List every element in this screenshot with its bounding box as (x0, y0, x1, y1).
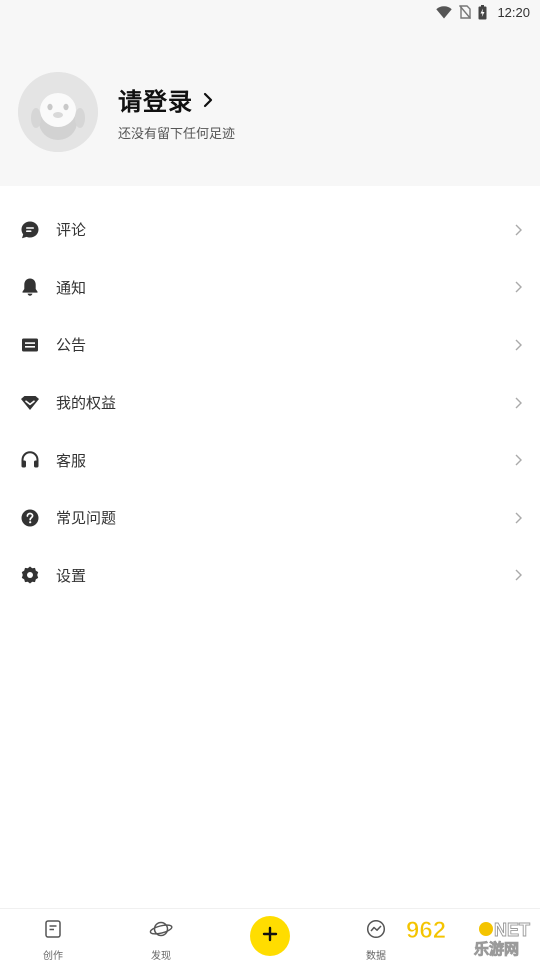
nav-item-create[interactable]: 创作 (23, 919, 83, 960)
chevron-right-icon (515, 224, 522, 236)
status-time: 12:20 (497, 4, 530, 20)
gear-icon (20, 565, 40, 585)
menu-item-faq[interactable]: 常见问题 (0, 489, 540, 547)
nav-item-data[interactable]: 数据 (346, 919, 406, 960)
nav-label: 发现 (151, 951, 171, 960)
status-bar: 12:20 (0, 0, 540, 24)
nav-label: 创作 (43, 951, 63, 960)
chevron-right-icon (515, 397, 522, 409)
login-title: 请登录 (118, 89, 193, 116)
menu-item-label: 通知 (56, 279, 87, 297)
nav-item-discover[interactable]: 发现 (131, 919, 191, 960)
chevron-right-icon (515, 281, 522, 293)
menu-item-customer-service[interactable]: 客服 (0, 431, 540, 489)
nav-label: 数据 (366, 951, 386, 960)
menu-item-announcement[interactable]: 公告 (0, 316, 540, 374)
diamond-icon (20, 393, 40, 413)
menu-item-notification[interactable]: 通知 (0, 259, 540, 317)
smiley-icon (479, 922, 493, 936)
menu-list: 评论 通知 公告 我的权益 客服 常见问题 设置 (0, 201, 540, 604)
headset-icon (20, 450, 40, 470)
chart-icon (366, 919, 386, 944)
watermark-number: 962 (406, 917, 446, 944)
add-icon (262, 926, 278, 947)
watermark-site: 乐游网 (474, 940, 519, 958)
login-link[interactable]: 请登录 (118, 82, 213, 117)
question-icon (20, 508, 40, 528)
wifi-icon (436, 5, 453, 19)
menu-item-label: 我的权益 (56, 395, 117, 413)
menu-item-label: 设置 (56, 567, 87, 585)
profile-header: 请登录 还没有留下任何足迹 (0, 24, 540, 186)
login-subtitle: 还没有留下任何足迹 (118, 126, 236, 141)
site-watermark: 962 NET 乐游网 (400, 912, 538, 958)
add-button[interactable] (250, 916, 290, 956)
chevron-right-icon (515, 339, 522, 351)
menu-item-label: 公告 (56, 337, 87, 355)
watermark-net: NET (494, 920, 530, 940)
chevron-right-icon (515, 569, 522, 581)
chevron-right-icon (515, 454, 522, 466)
menu-item-label: 评论 (56, 222, 87, 240)
menu-item-benefits[interactable]: 我的权益 (0, 374, 540, 432)
document-icon (43, 919, 63, 944)
announcement-icon (20, 335, 40, 355)
menu-item-comment[interactable]: 评论 (0, 201, 540, 259)
bell-icon (20, 277, 40, 297)
menu-item-label: 客服 (56, 452, 87, 470)
penguin-avatar-icon[interactable] (18, 72, 98, 152)
menu-item-settings[interactable]: 设置 (0, 547, 540, 605)
planet-icon (149, 919, 173, 944)
menu-item-label: 常见问题 (56, 510, 117, 528)
battery-charging-icon (478, 4, 487, 20)
comment-icon (20, 220, 40, 240)
chevron-right-icon (193, 92, 213, 108)
no-sim-icon (459, 5, 472, 19)
chevron-right-icon (515, 512, 522, 524)
